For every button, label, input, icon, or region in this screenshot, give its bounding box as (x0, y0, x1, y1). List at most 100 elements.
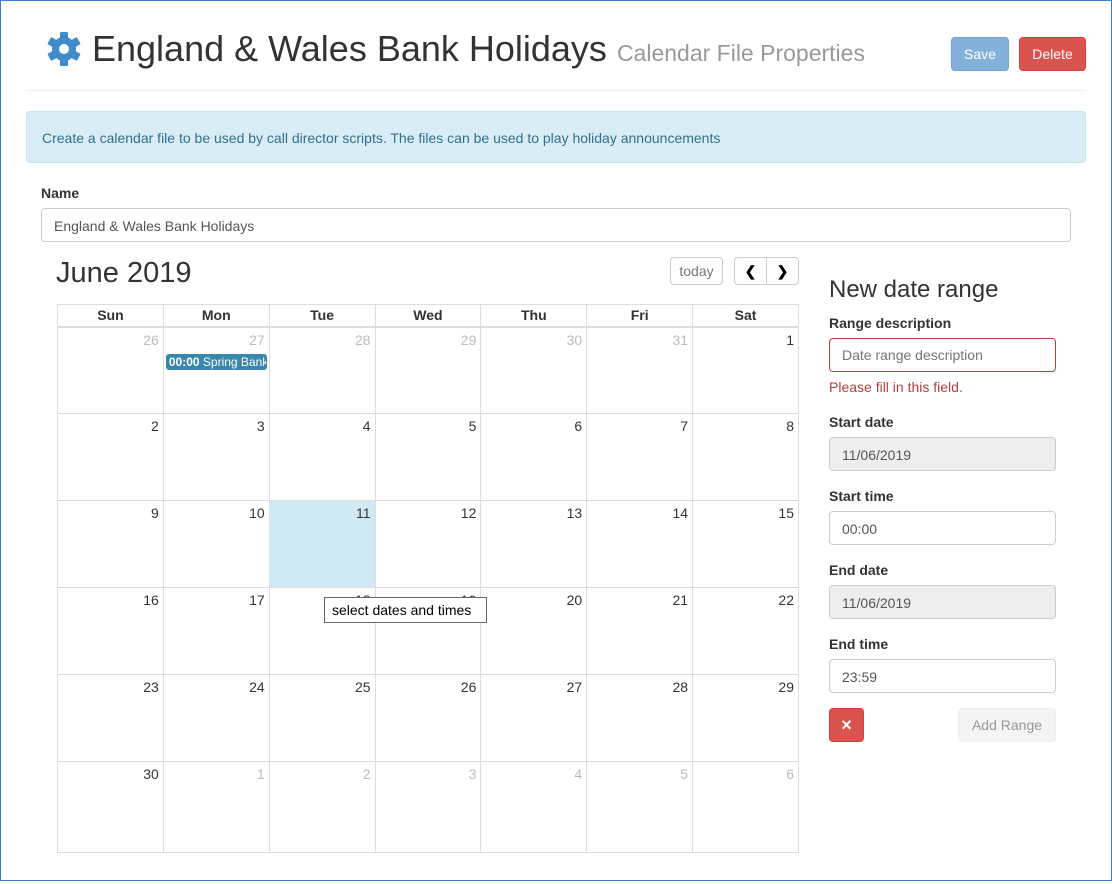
day-number: 20 (566, 592, 583, 608)
day-cell[interactable]: 14 (586, 500, 694, 588)
day-cell[interactable]: 30 (57, 761, 164, 853)
week-row: 23 24 25 26 27 28 29 (57, 674, 799, 762)
name-input[interactable]: England & Wales Bank Holidays (41, 208, 1071, 242)
day-cell[interactable]: 9 (57, 500, 164, 588)
day-cell[interactable]: 1 (162, 761, 270, 853)
day-cell[interactable]: 1 (692, 326, 799, 414)
calendar-grid: Sun Mon Tue Wed Thu Fri Sat 26 27 00:00 Spring Ba… (57, 304, 799, 853)
day-cell[interactable]: 22 (692, 587, 799, 675)
day-cell[interactable]: 16 (57, 587, 164, 675)
day-cell[interactable]: 3 (162, 413, 270, 501)
day-cell[interactable]: 2 (57, 413, 164, 501)
day-number: 31 (672, 331, 689, 348)
day-cell[interactable]: 12 (374, 500, 482, 588)
clear-range-button[interactable]: × (829, 708, 864, 742)
day-number: 26 (143, 331, 159, 348)
day-header: Tue (268, 304, 376, 328)
day-cell[interactable]: 8 (692, 413, 799, 501)
day-cell[interactable]: 29 (374, 326, 482, 414)
day-cell[interactable]: 11 (268, 500, 376, 588)
day-cell[interactable]: 2 (268, 761, 376, 853)
day-number: 8 (786, 418, 794, 434)
day-cell[interactable]: 31 (586, 326, 694, 414)
day-number: 16 (143, 592, 159, 608)
day-number: 10 (249, 505, 265, 521)
add-range-button[interactable]: Add Range (958, 708, 1056, 742)
day-number: 6 (786, 766, 794, 782)
day-cell[interactable]: 7 (586, 413, 694, 501)
desc-label: Range description (829, 315, 952, 331)
day-number: 24 (249, 679, 265, 695)
day-header: Wed (374, 304, 482, 328)
range-title: New date range (829, 276, 999, 303)
day-cell[interactable]: 4 (480, 761, 588, 853)
day-cell[interactable]: 15 (692, 500, 799, 588)
day-cell[interactable]: 4 (268, 413, 376, 501)
day-number: 28 (354, 331, 371, 348)
end-time-label: End time (829, 636, 889, 652)
tooltip: select dates and times (324, 597, 487, 623)
day-cell[interactable]: 24 (162, 674, 270, 762)
day-cell[interactable]: 27 00:00 Spring Bank Holiday (162, 326, 270, 414)
day-cell[interactable]: 26 (57, 326, 164, 414)
day-number: 5 (468, 418, 477, 434)
day-number: 27 (566, 679, 583, 695)
chevron-right-icon: ❯ (776, 262, 789, 279)
day-cell[interactable]: 6 (480, 413, 588, 501)
day-number: 14 (672, 505, 689, 521)
calendar-event[interactable]: 00:00 Spring Bank Holiday (165, 353, 267, 370)
name-label: Name (41, 185, 80, 201)
start-date-label: Start date (829, 414, 894, 430)
today-button[interactable]: today (670, 257, 723, 285)
day-cell[interactable]: 27 (480, 674, 588, 762)
day-cell[interactable]: 5 (374, 413, 482, 501)
start-date-input[interactable]: 11/06/2019 (829, 437, 1056, 471)
day-cell[interactable]: 13 (480, 500, 588, 588)
day-number: 2 (362, 766, 371, 782)
day-number: 28 (672, 679, 689, 695)
event-title: Spring Bank Holiday (202, 354, 267, 369)
end-date-input[interactable]: 11/06/2019 (829, 585, 1056, 619)
close-icon: × (841, 714, 852, 735)
day-number: 3 (468, 766, 477, 782)
day-cell[interactable]: 26 (374, 674, 482, 762)
day-number: 29 (778, 679, 794, 695)
day-cell[interactable]: 29 (692, 674, 799, 762)
day-cell[interactable]: 28 (268, 326, 376, 414)
day-cell[interactable]: 20 (480, 587, 588, 675)
day-cell[interactable]: 25 (268, 674, 376, 762)
day-cell[interactable]: 10 (162, 500, 270, 588)
error-message: Please fill in this field. (829, 379, 963, 395)
day-cell[interactable]: 21 (586, 587, 694, 675)
next-month-button[interactable]: ❯ (766, 257, 799, 285)
day-number: 4 (574, 766, 583, 782)
day-header: Mon (162, 304, 270, 328)
range-description-input[interactable] (829, 338, 1056, 372)
prev-month-button[interactable]: ❮ (734, 257, 767, 285)
day-header: Sun (57, 304, 164, 328)
day-number: 23 (143, 679, 159, 695)
end-time-input[interactable]: 23:59 (829, 659, 1056, 693)
start-time-label: Start time (829, 488, 894, 504)
week-row: 26 27 00:00 Spring Bank Holiday 28 29 30 31 1 (57, 326, 799, 414)
chevron-left-icon: ❮ (744, 262, 757, 279)
day-number: 26 (460, 679, 477, 695)
event-time: 00:00 (168, 354, 200, 369)
save-button[interactable]: Save (951, 37, 1009, 71)
day-header: Fri (586, 304, 694, 328)
day-number: 12 (460, 505, 477, 521)
day-cell[interactable]: 5 (586, 761, 694, 853)
day-cell[interactable]: 17 (162, 587, 270, 675)
week-row: 30 1 2 3 4 5 6 (57, 761, 799, 853)
day-cell[interactable]: 6 (692, 761, 799, 853)
start-time-input[interactable]: 00:00 (829, 511, 1056, 545)
delete-button[interactable]: Delete (1019, 37, 1086, 71)
day-number: 22 (778, 592, 794, 608)
day-cell[interactable]: 30 (480, 326, 588, 414)
day-cell[interactable]: 28 (586, 674, 694, 762)
day-cell[interactable]: 23 (57, 674, 164, 762)
day-cell[interactable]: 3 (374, 761, 482, 853)
end-date-label: End date (829, 562, 889, 578)
gear-icon (47, 32, 81, 66)
day-number: 17 (249, 592, 265, 608)
